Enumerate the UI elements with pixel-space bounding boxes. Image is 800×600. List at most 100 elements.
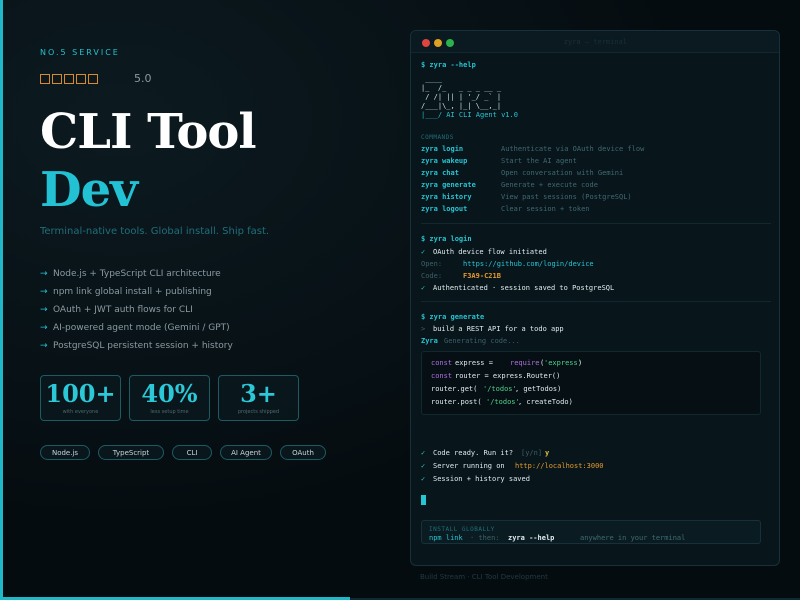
feature-text: OAuth + JWT auth flows for CLI [53,305,193,315]
stat-value: 3+ [240,379,277,408]
list-item: → PostgreSQL persistent session + history [40,337,233,355]
star-icon [64,73,74,84]
star-icon [52,73,62,84]
rating: 5.0 [40,72,152,85]
server-url-link[interactable]: http://localhost:3000 [515,462,604,471]
install-tail: anywhere in your terminal [580,534,686,542]
chip-oauth[interactable]: OAuth [280,445,326,460]
code-function: require [510,359,540,367]
code-text: ) [578,359,583,367]
code-text: , createTodo) [518,398,573,406]
login-flow-text: OAuth device flow initiated [433,248,547,256]
stat-label: with everyone [62,409,99,415]
stat-card: 40% less setup time [129,375,210,421]
left-accent-rail [0,0,3,600]
server-status-text: Server running on [433,462,505,470]
login-command: $ zyra login [421,235,472,243]
generate-command: $ zyra generate [421,313,485,321]
list-item: → OAuth + JWT auth flows for CLI [40,301,233,319]
auth-success-text: Authenticated · session saved to Postgre… [433,284,615,292]
open-label: Open: [421,260,443,268]
tech-chips: Node.js TypeScript CLI AI Agent OAuth [40,445,334,460]
minimize-window-icon[interactable] [434,39,442,47]
command-desc: Generate + execute code [501,181,598,189]
device-login-link[interactable]: https://github.com/login/device [463,260,594,269]
feature-text: npm link global install + publishing [53,287,212,297]
ascii-logo-line: |___/ AI CLI Agent v1.0 [421,111,518,119]
agent-status: Generating code... [444,337,520,345]
code-preview: const express = require ( 'express' ) co… [421,351,761,415]
ascii-logo-line: |_ /_ _ _ _ __ _ [421,84,502,92]
arrow-right-icon: → [40,323,48,333]
footer-note: Build Stream · CLI Tool Development [420,573,548,581]
terminal-titlebar: zyra — terminal [411,31,779,53]
code-text: express = [455,359,493,367]
code-string: '/todos' [486,398,520,406]
help-command: $ zyra --help [421,61,476,69]
command-desc: View past sessions (PostgreSQL) [501,193,632,201]
arrow-right-icon: → [40,341,48,351]
command-key: zyra login [421,145,464,153]
terminal-window: zyra — terminal $ zyra --help ____ |_ /_… [410,30,780,566]
agent-name: Zyra [421,337,438,345]
chip-ai-agent[interactable]: AI Agent [220,445,272,460]
arrow-right-icon: → [40,305,48,315]
list-item: → AI-powered agent mode (Gemini / GPT) [40,319,233,337]
code-string: 'express' [544,359,582,367]
code-text: router.post( [431,398,482,406]
divider [421,301,771,302]
terminal-cursor [421,495,426,505]
code-label: Code: [421,272,443,280]
stat-value: 40% [141,379,198,408]
stat-card: 100+ with everyone [40,375,121,421]
install-run-command: zyra --help [508,534,555,542]
stat-card: 3+ projects shipped [218,375,299,421]
command-desc: Start the AI agent [501,157,577,165]
check-icon: ✓ [421,462,426,470]
stat-label: less setup time [150,409,189,415]
terminal-title: zyra — terminal [563,38,627,46]
command-key: zyra chat [421,169,459,177]
commands-label: COMMANDS [421,134,454,141]
command-key: zyra history [421,193,472,201]
maximize-window-icon[interactable] [446,39,454,47]
list-item: → Node.js + TypeScript CLI architecture [40,265,233,283]
ascii-logo-line: /___|\_, |_| \__,_| [421,102,502,110]
star-icon [40,73,50,84]
chip-cli[interactable]: CLI [172,445,212,460]
confirm-answer: y [545,449,550,457]
code-text: , getTodos) [515,385,562,393]
install-then: · then: [470,534,500,542]
close-window-icon[interactable] [422,39,430,47]
service-eyebrow: NO.5 SERVICE [40,48,120,57]
command-key: zyra wakeup [421,157,468,165]
star-icon [76,73,86,84]
arrow-right-icon: → [40,287,48,297]
command-desc: Clear session + token [501,205,590,213]
chip-typescript[interactable]: TypeScript [98,445,164,460]
page-title: CLI Tool [40,104,257,160]
feature-list: → Node.js + TypeScript CLI architecture →… [40,265,233,355]
user-prompt: build a REST API for a todo app [433,325,564,333]
divider [421,223,771,224]
list-item: → npm link global install + publishing [40,283,233,301]
session-saved-text: Session + history saved [433,475,530,483]
tagline: Terminal-native tools. Global install. S… [40,226,270,237]
star-icon [88,73,98,84]
chip-nodejs[interactable]: Node.js [40,445,90,460]
command-desc: Open conversation with Gemini [501,169,624,177]
check-icon: ✓ [421,248,426,256]
confirm-hint: [y/n] [521,449,543,457]
feature-text: Node.js + TypeScript CLI architecture [53,269,221,279]
check-icon: ✓ [421,449,426,457]
install-label: INSTALL GLOBALLY [429,526,495,533]
install-box: INSTALL GLOBALLY npm link · then: zyra -… [421,520,761,544]
page-title-accent: Dev [40,162,138,218]
command-key: zyra logout [421,205,468,213]
code-text: router = express.Router() [455,372,561,380]
check-icon: ✓ [421,475,426,483]
check-icon: ✓ [421,284,426,292]
command-key: zyra generate [421,181,476,189]
code-keyword: const [431,359,453,367]
rating-value: 5.0 [134,72,152,85]
